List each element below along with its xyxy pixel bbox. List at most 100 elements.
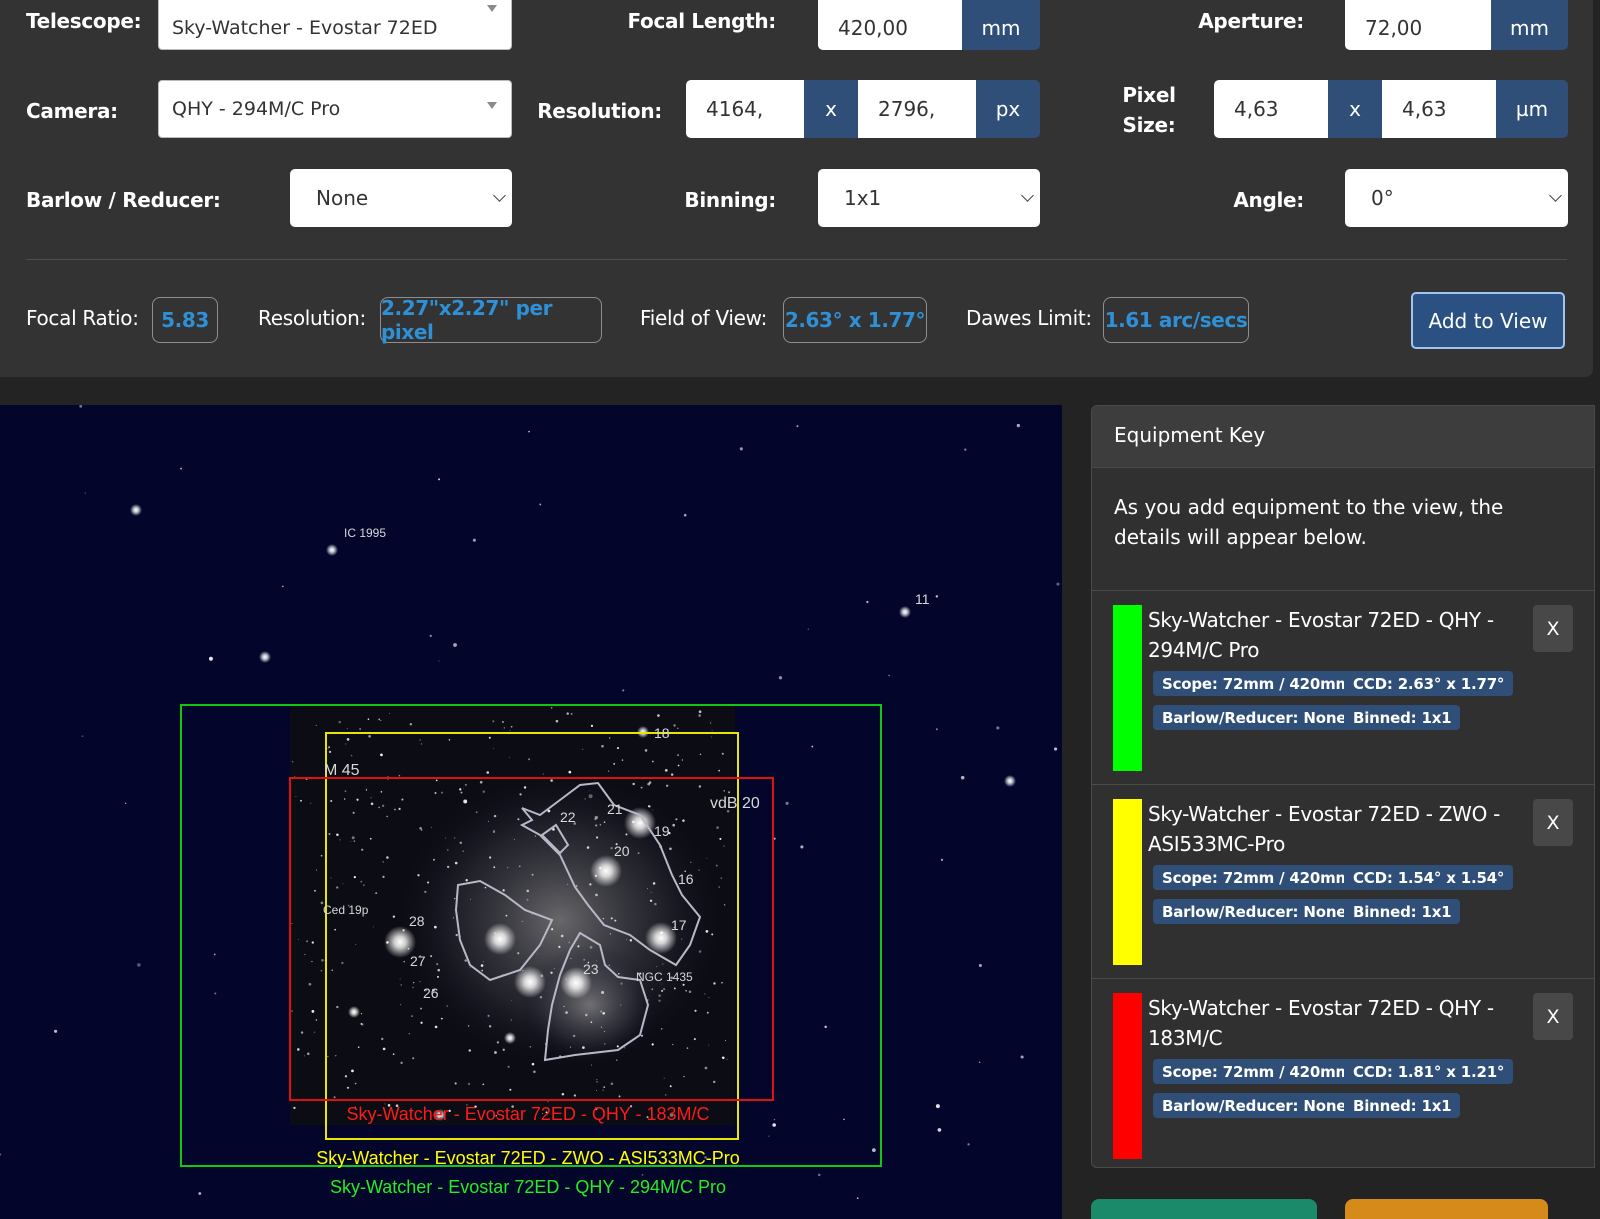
star (392, 915, 396, 918)
star (460, 791, 463, 794)
star (463, 799, 468, 804)
bright-star (1004, 775, 1016, 787)
star (420, 743, 423, 745)
star (615, 1059, 618, 1061)
star (336, 1005, 339, 1009)
star (304, 953, 306, 956)
bottom-right-button[interactable] (1345, 1199, 1548, 1219)
object-label: 21 (607, 801, 623, 817)
star (378, 718, 381, 721)
star (435, 779, 438, 782)
resolution-width-input[interactable]: 4164, (686, 80, 804, 138)
star (613, 762, 616, 765)
add-to-view-button[interactable]: Add to View (1411, 292, 1565, 349)
remove-item-button[interactable]: X (1533, 799, 1573, 846)
resolution-height-input[interactable]: 2796, (858, 80, 976, 138)
remove-item-button[interactable]: X (1533, 605, 1573, 652)
star (481, 969, 484, 972)
star (672, 823, 675, 827)
star (577, 945, 580, 948)
star (335, 1055, 337, 1057)
star (517, 952, 520, 955)
star (431, 826, 433, 828)
star (440, 1017, 443, 1020)
barlow-select[interactable]: None (290, 169, 512, 227)
star (614, 919, 617, 922)
fov-label-asi533: Sky-Watcher - Evostar 72ED - ZWO - ASI53… (316, 1148, 740, 1168)
star (465, 879, 468, 882)
star (424, 890, 427, 893)
star (438, 478, 441, 481)
star (996, 726, 1000, 730)
star (420, 1021, 423, 1024)
star (488, 1025, 492, 1028)
star (363, 884, 365, 886)
equipment-item: Sky-Watcher - Evostar 72ED - QHY - 294M/… (1092, 591, 1594, 785)
star (353, 840, 356, 842)
star (467, 1082, 471, 1086)
star (547, 1100, 549, 1103)
fov-label-qhy-294: Sky-Watcher - Evostar 72ED - QHY - 294M/… (329, 1177, 727, 1197)
ccd-tag: CCD: 2.63° x 1.77° (1344, 671, 1514, 696)
star (570, 958, 572, 960)
star (539, 996, 543, 999)
star (412, 986, 414, 989)
star (526, 889, 530, 893)
star (651, 1043, 654, 1046)
dawes-limit-label: Dawes Limit: (966, 306, 1092, 330)
pixel-size-label: Pixel Size: (1118, 80, 1180, 140)
binning-select[interactable]: 1x1 (818, 169, 1040, 227)
star (656, 965, 658, 967)
star (293, 1106, 296, 1110)
star (453, 643, 457, 647)
star (399, 1003, 402, 1006)
star (54, 1029, 58, 1033)
star (455, 933, 458, 937)
star (602, 1089, 604, 1091)
pixel-size-width-input[interactable]: 4,63 (1214, 80, 1328, 138)
star (434, 1025, 438, 1029)
star (693, 1038, 696, 1041)
star (658, 994, 661, 997)
star (440, 791, 444, 794)
star (964, 448, 967, 451)
camera-select[interactable]: QHY - 294M/C Pro (158, 80, 512, 138)
star (437, 968, 441, 972)
star (346, 728, 348, 730)
star (355, 944, 357, 945)
star (601, 990, 605, 995)
star (561, 1092, 565, 1096)
star (330, 799, 333, 802)
object-label: 26 (423, 985, 439, 1001)
star (375, 892, 378, 895)
star (721, 981, 723, 984)
aperture-input[interactable]: 72,00 (1345, 0, 1491, 50)
star (503, 727, 505, 729)
equipment-form-panel: Telescope: Sky-Watcher - Evostar 72ED Fo… (0, 0, 1593, 377)
star (81, 735, 84, 737)
star (469, 967, 471, 969)
sky-view[interactable]: IC 1995 11 18 M 45 vdB 20 22 21 19 20 16… (0, 405, 1062, 1219)
star (935, 728, 938, 731)
star (785, 801, 789, 805)
star (616, 747, 620, 750)
star (313, 1031, 316, 1033)
star (369, 837, 372, 840)
color-swatch (1113, 799, 1142, 965)
focal-length-input[interactable]: 420,00 (818, 0, 962, 50)
star (493, 748, 495, 749)
bottom-left-button[interactable] (1091, 1199, 1317, 1219)
star (706, 857, 708, 859)
remove-item-button[interactable]: X (1533, 993, 1573, 1040)
star (622, 689, 625, 692)
angle-select[interactable]: 0° (1345, 169, 1568, 227)
star (345, 743, 347, 745)
telescope-select[interactable]: Sky-Watcher - Evostar 72ED (158, 0, 512, 50)
pixel-size-height-input[interactable]: 4,63 (1382, 80, 1496, 138)
star (663, 988, 666, 991)
chevron-down-icon (493, 189, 506, 202)
star (1054, 747, 1058, 751)
star (596, 1079, 598, 1081)
star (551, 928, 554, 931)
star (637, 852, 640, 855)
